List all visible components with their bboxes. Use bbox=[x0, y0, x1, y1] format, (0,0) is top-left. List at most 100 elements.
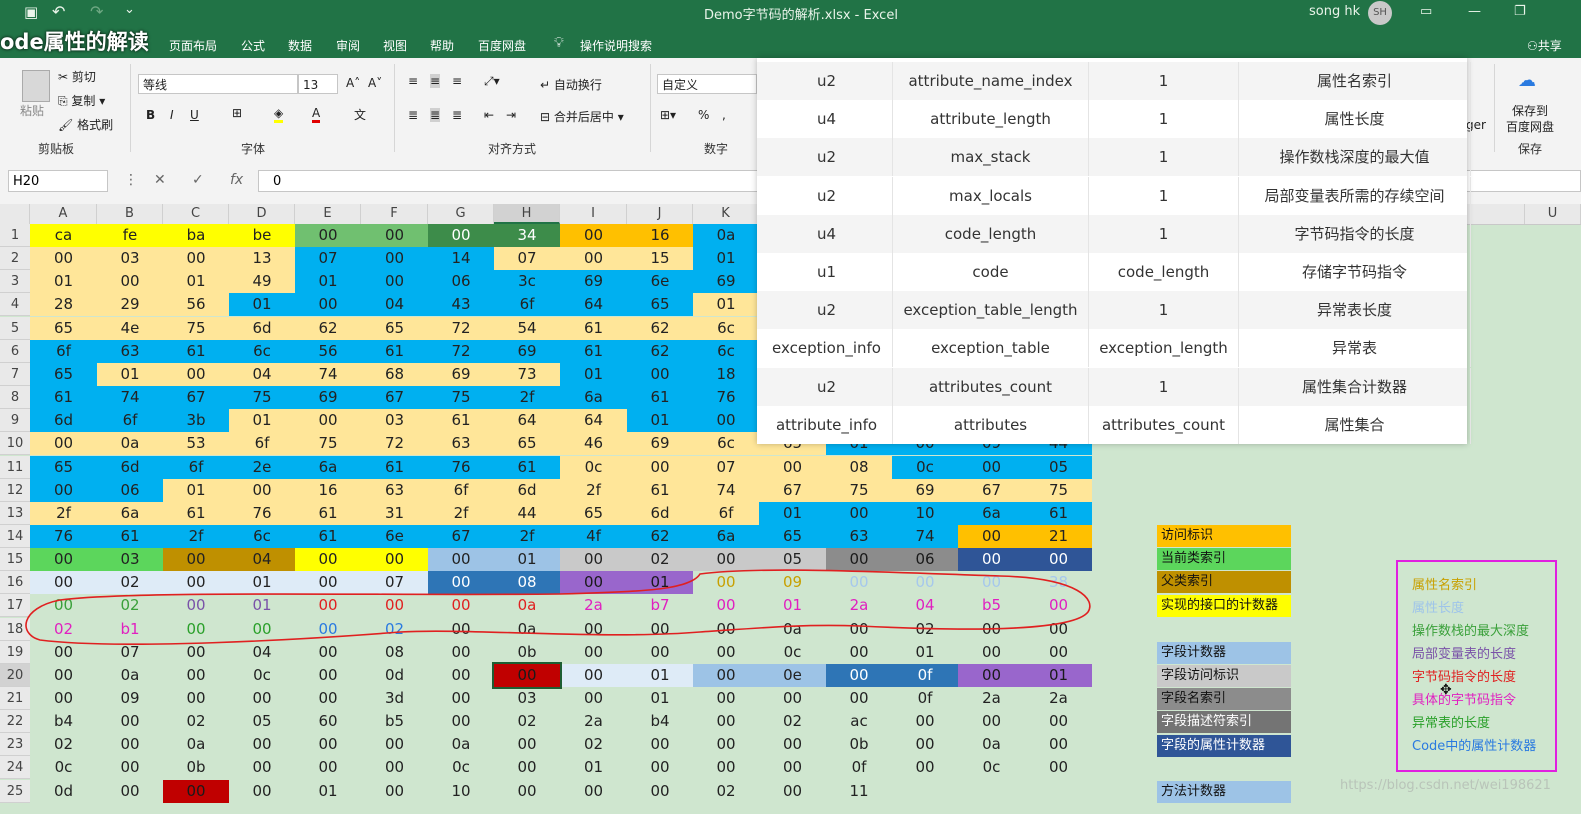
tab-formulas[interactable]: 公式 bbox=[241, 37, 265, 54]
cell-e11[interactable]: 6a bbox=[295, 455, 361, 479]
cell-c5[interactable]: 75 bbox=[163, 316, 229, 340]
cell-g7[interactable]: 69 bbox=[428, 362, 494, 386]
comma-icon[interactable]: , bbox=[722, 108, 726, 122]
cancel-icon[interactable]: ✕ bbox=[154, 172, 166, 188]
column-header-f[interactable]: F bbox=[361, 204, 428, 224]
cell-b5[interactable]: 4e bbox=[97, 316, 163, 340]
align-middle-icon[interactable]: ≡ bbox=[430, 74, 441, 88]
cell-k18[interactable]: 00 bbox=[693, 618, 759, 641]
cell-p13[interactable]: 61 bbox=[1025, 501, 1092, 525]
cell-d5[interactable]: 6d bbox=[229, 316, 295, 340]
cell-g3[interactable]: 06 bbox=[428, 270, 494, 294]
cell-e9[interactable]: 00 bbox=[295, 409, 361, 433]
cell-g20[interactable]: 00 bbox=[428, 664, 494, 687]
cell-h21[interactable]: 03 bbox=[494, 687, 560, 710]
merge-center-button[interactable]: ⊟ 合并后居中 ▾ bbox=[540, 108, 624, 125]
cell-g2[interactable]: 14 bbox=[428, 247, 494, 271]
cell-m25[interactable]: 11 bbox=[826, 780, 892, 803]
cell-h20[interactable]: 00 bbox=[492, 661, 562, 689]
row-header-6[interactable]: 6 bbox=[0, 339, 30, 363]
cell-f19[interactable]: 08 bbox=[361, 641, 428, 664]
font-name-select[interactable]: 等线 bbox=[138, 74, 298, 94]
cell-d20[interactable]: 0c bbox=[229, 664, 295, 687]
baidu-disk-label[interactable]: 百度网盘 bbox=[1506, 118, 1554, 135]
grow-font-icon[interactable]: A˄ bbox=[346, 76, 360, 90]
cell-o13[interactable]: 6a bbox=[958, 501, 1025, 525]
cell-i13[interactable]: 65 bbox=[560, 501, 627, 525]
cell-m16[interactable]: 00 bbox=[826, 571, 892, 594]
cell-a14[interactable]: 76 bbox=[30, 525, 97, 548]
cell-b24[interactable]: 00 bbox=[97, 756, 163, 779]
cell-g12[interactable]: 6f bbox=[428, 478, 494, 502]
fill-color-icon[interactable]: ◈ bbox=[274, 106, 284, 123]
cell-e23[interactable]: 00 bbox=[295, 733, 361, 756]
cell-b8[interactable]: 74 bbox=[97, 386, 163, 409]
cell-h2[interactable]: 07 bbox=[494, 247, 560, 271]
cell-a12[interactable]: 00 bbox=[30, 478, 97, 502]
cell-e22[interactable]: 60 bbox=[295, 710, 361, 733]
cell-f14[interactable]: 6e bbox=[361, 525, 428, 548]
cell-b19[interactable]: 07 bbox=[97, 641, 163, 664]
cell-l23[interactable]: 00 bbox=[759, 733, 826, 756]
cell-d14[interactable]: 6c bbox=[229, 525, 295, 548]
row-header-11[interactable]: 11 bbox=[0, 455, 30, 479]
cell-k19[interactable]: 00 bbox=[693, 641, 759, 664]
cell-e15[interactable]: 00 bbox=[295, 548, 361, 572]
cell-h10[interactable]: 65 bbox=[494, 432, 560, 456]
cell-h17[interactable]: 0a bbox=[494, 594, 560, 617]
underline-button[interactable]: U bbox=[190, 108, 199, 122]
cell-a16[interactable]: 00 bbox=[30, 571, 97, 595]
row-header-5[interactable]: 5 bbox=[0, 316, 30, 340]
save-icon[interactable]: ▣ bbox=[24, 3, 38, 21]
cell-c21[interactable]: 00 bbox=[163, 687, 229, 710]
cell-e1[interactable]: 00 bbox=[295, 224, 361, 247]
row-header-2[interactable]: 2 bbox=[0, 247, 30, 271]
tab-view[interactable]: 视图 bbox=[383, 37, 407, 54]
currency-icon[interactable]: ⊞▾ bbox=[660, 108, 676, 122]
cell-g11[interactable]: 76 bbox=[428, 455, 494, 479]
cell-o24[interactable]: 0c bbox=[958, 756, 1025, 779]
cell-b23[interactable]: 00 bbox=[97, 733, 163, 756]
column-header-h[interactable]: H bbox=[494, 204, 560, 224]
cell-k10[interactable]: 6c bbox=[693, 432, 759, 456]
cell-n17[interactable]: 04 bbox=[892, 594, 958, 617]
cell-j5[interactable]: 62 bbox=[627, 316, 693, 340]
cell-p20[interactable]: 01 bbox=[1025, 663, 1092, 687]
cell-n15[interactable]: 06 bbox=[892, 548, 958, 572]
cell-g21[interactable]: 00 bbox=[428, 687, 494, 710]
cell-b13[interactable]: 6a bbox=[97, 501, 163, 525]
cell-g23[interactable]: 0a bbox=[428, 733, 494, 756]
cell-i22[interactable]: 2a bbox=[560, 710, 627, 733]
cell-l14[interactable]: 65 bbox=[759, 525, 826, 548]
cell-e17[interactable]: 00 bbox=[295, 594, 361, 617]
avatar[interactable]: SH bbox=[1368, 1, 1392, 25]
row-header-10[interactable]: 10 bbox=[0, 432, 30, 456]
cell-c23[interactable]: 0a bbox=[163, 733, 229, 756]
cell-b9[interactable]: 6f bbox=[97, 409, 163, 433]
cell-d10[interactable]: 6f bbox=[229, 432, 295, 456]
cell-a22[interactable]: b4 bbox=[30, 710, 97, 733]
column-header-d[interactable]: D bbox=[229, 204, 295, 224]
cell-h6[interactable]: 69 bbox=[494, 339, 560, 363]
cell-f25[interactable]: 00 bbox=[361, 780, 428, 803]
cell-i17[interactable]: 2a bbox=[560, 594, 627, 617]
cell-f16[interactable]: 07 bbox=[361, 571, 428, 595]
cell-j2[interactable]: 15 bbox=[627, 247, 693, 271]
cell-n16[interactable]: 00 bbox=[892, 571, 958, 594]
cell-o11[interactable]: 00 bbox=[958, 455, 1025, 479]
cell-b15[interactable]: 03 bbox=[97, 548, 163, 572]
cell-k4[interactable]: 01 bbox=[693, 293, 759, 317]
percent-icon[interactable]: % bbox=[698, 108, 709, 122]
cell-d2[interactable]: 13 bbox=[229, 247, 295, 271]
cell-l17[interactable]: 01 bbox=[759, 594, 826, 617]
cell-g10[interactable]: 63 bbox=[428, 432, 494, 456]
cell-e2[interactable]: 07 bbox=[295, 247, 361, 271]
cell-a23[interactable]: 02 bbox=[30, 733, 97, 756]
cell-b10[interactable]: 0a bbox=[97, 432, 163, 456]
cell-g5[interactable]: 72 bbox=[428, 316, 494, 340]
cell-k6[interactable]: 6c bbox=[693, 339, 759, 363]
tab-baidu-disk[interactable]: 百度网盘 bbox=[478, 37, 526, 54]
row-header-8[interactable]: 8 bbox=[0, 386, 30, 409]
cell-g9[interactable]: 61 bbox=[428, 409, 494, 433]
row-header-1[interactable]: 1 bbox=[0, 224, 30, 247]
